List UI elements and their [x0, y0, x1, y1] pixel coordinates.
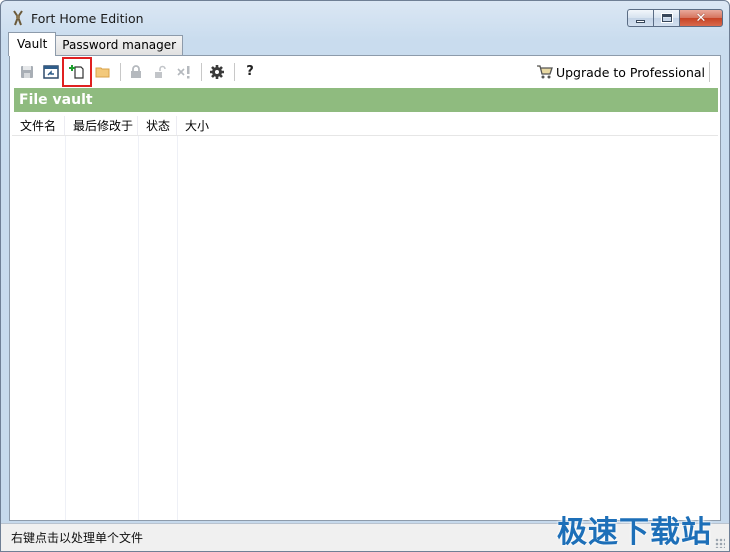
- window-controls: ✕: [627, 9, 723, 29]
- open-vault-icon: [43, 64, 59, 79]
- maximize-icon: [660, 13, 673, 23]
- app-window: Fort Home Edition ✕ Vault Password manag…: [0, 0, 730, 552]
- file-list[interactable]: [12, 136, 718, 520]
- column-header-size[interactable]: 大小: [177, 116, 237, 135]
- add-folder-button[interactable]: [92, 61, 114, 83]
- help-icon: ?: [246, 64, 254, 79]
- column-divider: [177, 136, 178, 520]
- close-button[interactable]: ✕: [679, 9, 723, 27]
- upgrade-label: Upgrade to Professional: [555, 64, 705, 80]
- toolbar: ? Upgrade to Professional: [10, 56, 720, 87]
- column-divider: [65, 136, 66, 520]
- app-logo-icon: [13, 10, 23, 26]
- column-divider: [138, 136, 139, 520]
- toolbar-separator: [234, 62, 235, 81]
- site-watermark: 极速下载站: [557, 515, 712, 550]
- upgrade-button[interactable]: Upgrade to Professional: [536, 62, 710, 82]
- window-title: Fort Home Edition: [31, 11, 144, 26]
- title-bar[interactable]: Fort Home Edition ✕: [1, 1, 729, 31]
- settings-button[interactable]: [206, 61, 228, 83]
- remove-button[interactable]: [173, 61, 195, 83]
- vault-panel: ? Upgrade to Professional File vault 文件名…: [9, 55, 721, 521]
- close-icon: ✕: [695, 10, 707, 26]
- vault-header: File vault: [14, 88, 718, 112]
- resize-grip-icon[interactable]: [715, 538, 725, 548]
- minimize-icon: [636, 19, 645, 23]
- toolbar-separator: [120, 62, 121, 81]
- column-header-status[interactable]: 状态: [138, 116, 177, 135]
- unlock-button[interactable]: [149, 61, 171, 83]
- column-header-modified[interactable]: 最后修改于: [65, 116, 138, 135]
- tab-vault[interactable]: Vault: [8, 32, 57, 56]
- status-text: 右键点击以处理单个文件: [11, 531, 144, 545]
- save-icon: [21, 65, 33, 78]
- tab-strip: Vault Password manager: [8, 32, 184, 56]
- open-vault-button[interactable]: [40, 61, 62, 83]
- delete-icon: [177, 65, 190, 78]
- unlock-icon: [155, 65, 166, 78]
- help-button[interactable]: ?: [239, 61, 261, 83]
- new-file-icon: [69, 64, 84, 79]
- file-list-header: 文件名 最后修改于 状态 大小: [12, 116, 718, 136]
- shopping-cart-icon: [536, 65, 553, 79]
- save-button[interactable]: [16, 61, 38, 83]
- tab-password-manager[interactable]: Password manager: [55, 35, 184, 56]
- column-header-filename[interactable]: 文件名: [12, 116, 65, 135]
- lock-button[interactable]: [125, 61, 147, 83]
- lock-icon: [131, 64, 141, 78]
- add-file-button[interactable]: [62, 56, 92, 87]
- open-folder-icon: [95, 67, 110, 77]
- maximize-button[interactable]: [653, 9, 679, 27]
- settings-icon: [210, 64, 224, 79]
- minimize-button[interactable]: [627, 9, 653, 27]
- toolbar-separator: [201, 62, 202, 81]
